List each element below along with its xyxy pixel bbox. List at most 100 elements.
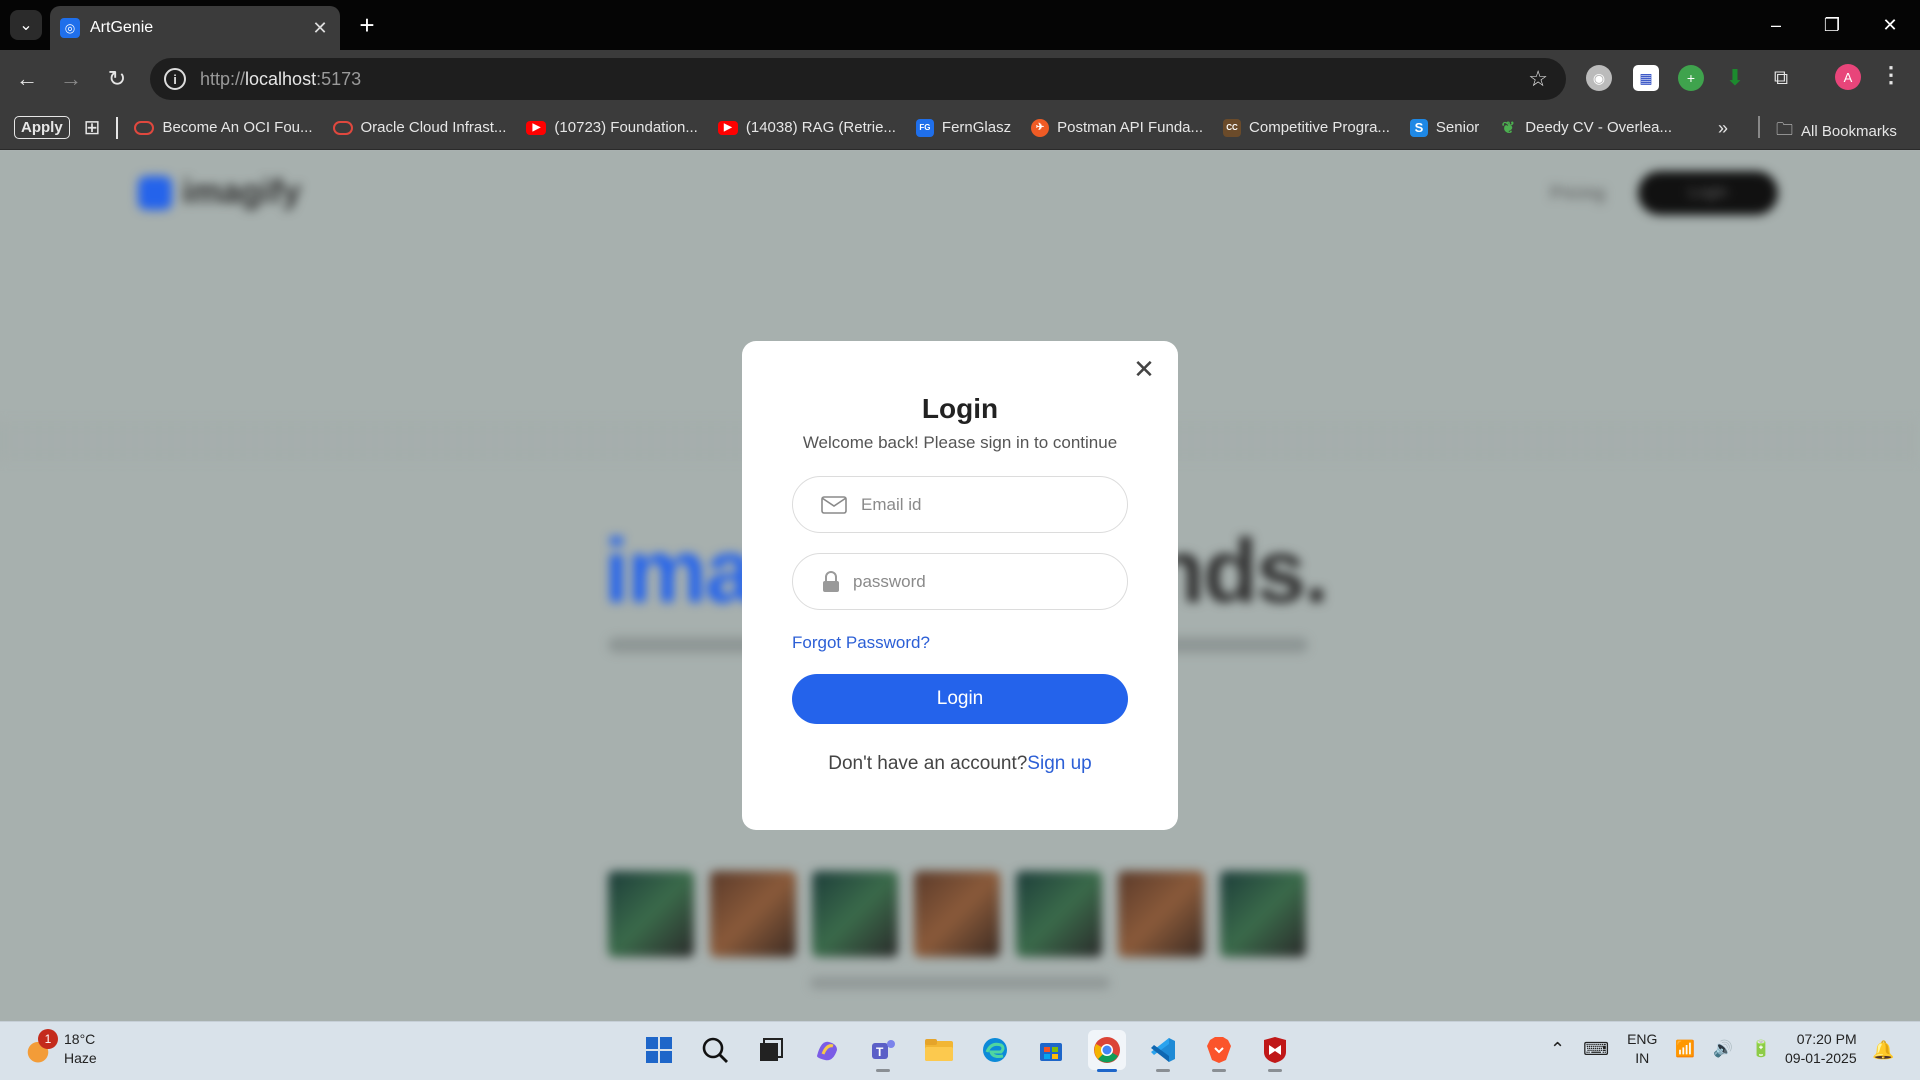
sample-image xyxy=(710,871,796,957)
bookmark-item[interactable]: Become An OCI Fou... xyxy=(134,119,313,136)
running-indicator xyxy=(1268,1069,1282,1072)
windows-taskbar: 1 18°C Haze T ⌃ ⌨ ENG IN 📶 🔊 🔋 07:20 PM … xyxy=(0,1021,1920,1080)
clock-time: 07:20 PM xyxy=(1796,1031,1857,1047)
bookmark-separator xyxy=(1758,116,1760,138)
file-explorer-icon[interactable] xyxy=(920,1030,958,1070)
chevron-up-icon[interactable]: ⌃ xyxy=(1550,1039,1565,1060)
lock-icon xyxy=(821,570,841,592)
edge-icon[interactable] xyxy=(976,1030,1014,1070)
bookmark-item[interactable]: ▶ (10723) Foundation... xyxy=(526,119,698,136)
bookmark-apply[interactable]: Apply xyxy=(14,116,70,139)
keyboard-icon[interactable]: ⌨ xyxy=(1583,1039,1609,1060)
sample-image xyxy=(812,871,898,957)
extensions-puzzle-icon[interactable]: ⧉ xyxy=(1768,65,1794,91)
browser-tab[interactable]: ◎ ArtGenie ✕ xyxy=(50,6,340,50)
language-indicator[interactable]: ENG IN xyxy=(1627,1030,1657,1068)
task-view-icon[interactable] xyxy=(752,1030,790,1070)
modal-title: Login xyxy=(921,393,999,424)
password-field[interactable] xyxy=(792,553,1128,610)
system-tray: ⌃ ⌨ ENG IN 📶 🔊 🔋 xyxy=(1550,1030,1771,1068)
running-indicator xyxy=(1212,1069,1226,1072)
weather-haze-icon: 1 xyxy=(22,1029,58,1065)
tab-search-button[interactable]: ⌄ xyxy=(10,10,42,40)
chevron-double-right-icon[interactable]: » xyxy=(1718,118,1728,139)
apps-grid-icon[interactable]: ⊞ xyxy=(84,115,101,140)
search-icon[interactable] xyxy=(696,1030,734,1070)
mcafee-icon[interactable] xyxy=(1256,1030,1294,1072)
email-field[interactable] xyxy=(792,476,1128,533)
sample-image xyxy=(608,871,694,957)
reload-icon[interactable]: ↻ xyxy=(100,62,134,96)
bookmark-star-icon[interactable]: ☆ xyxy=(1528,66,1548,92)
youtube-icon: ▶ xyxy=(526,120,547,135)
bookmark-item[interactable]: CC Competitive Progra... xyxy=(1223,118,1390,137)
close-icon[interactable]: ✕ xyxy=(1130,354,1158,384)
hero-text-left: ima xyxy=(604,522,755,622)
weather-widget[interactable]: 1 18°C Haze xyxy=(22,1029,97,1068)
site-logo: imagify xyxy=(138,173,301,212)
signup-prompt: Don't have an account?Sign up xyxy=(828,753,1092,774)
bookmark-item[interactable]: ✈ Postman API Funda... xyxy=(1031,118,1203,137)
bookmark-item[interactable]: Oracle Cloud Infrast... xyxy=(332,119,506,136)
extension-plus-icon[interactable]: + xyxy=(1678,65,1704,91)
fernglasz-icon: FG xyxy=(915,118,934,137)
restore-button[interactable]: ❐ xyxy=(1812,10,1852,40)
signup-link[interactable]: Sign up xyxy=(1027,753,1091,774)
vscode-icon[interactable] xyxy=(1144,1030,1182,1072)
address-bar[interactable]: i http://localhost:5173 ☆ xyxy=(150,58,1566,100)
folder-icon: 🗀 xyxy=(1776,120,1793,139)
battery-icon[interactable]: 🔋 xyxy=(1751,1039,1771,1059)
new-tab-button[interactable]: + xyxy=(352,10,382,40)
extension-grid-icon[interactable]: ▦ xyxy=(1633,65,1659,91)
close-icon[interactable]: ✕ xyxy=(310,18,330,39)
back-arrow-icon[interactable]: ← xyxy=(10,62,44,96)
bookmark-item[interactable]: S Senior xyxy=(1409,118,1479,137)
overleaf-icon: ❦ xyxy=(1501,119,1515,137)
bookmark-item[interactable]: ❦ Deedy CV - Overlea... xyxy=(1499,119,1672,137)
volume-icon[interactable]: 🔊 xyxy=(1713,1039,1733,1059)
s-icon: S xyxy=(1409,118,1428,137)
password-input[interactable] xyxy=(853,571,1093,592)
sample-images-row xyxy=(608,871,1306,957)
copilot-icon[interactable] xyxy=(808,1030,846,1070)
browser-menu-icon[interactable]: ⋮ xyxy=(1880,62,1902,88)
email-input[interactable] xyxy=(861,494,1101,515)
extension-download-icon[interactable]: ⬇ xyxy=(1722,65,1748,91)
svg-text:T: T xyxy=(876,1045,884,1059)
url-text[interactable]: http://localhost:5173 xyxy=(200,69,361,90)
login-button[interactable]: Login xyxy=(792,674,1128,724)
clock-date: 09-01-2025 xyxy=(1785,1050,1857,1066)
taskbar-clock[interactable]: 07:20 PM 09-01-2025 xyxy=(1785,1030,1857,1068)
weather-condition: Haze xyxy=(64,1050,97,1066)
browser-tab-strip: ⌄ ◎ ArtGenie ✕ + – ❐ ✕ xyxy=(0,0,1920,50)
brave-icon[interactable] xyxy=(1200,1030,1238,1072)
bookmarks-bar: Apply ⊞ Become An OCI Fou... Oracle Clou… xyxy=(0,106,1920,150)
windows-start-icon[interactable] xyxy=(640,1030,678,1070)
minimize-button[interactable]: – xyxy=(1756,10,1796,40)
all-bookmarks-button[interactable]: 🗀 All Bookmarks xyxy=(1776,117,1897,146)
window-close-button[interactable]: ✕ xyxy=(1870,10,1910,40)
forward-arrow-icon[interactable]: → xyxy=(54,62,88,96)
postman-icon: ✈ xyxy=(1031,118,1050,137)
codechef-icon: CC xyxy=(1223,118,1242,137)
microsoft-store-icon[interactable] xyxy=(1032,1030,1070,1070)
teams-icon[interactable]: T xyxy=(864,1030,902,1072)
site-info-icon[interactable]: i xyxy=(164,68,186,90)
running-indicator xyxy=(876,1069,890,1072)
bookmark-item[interactable]: ▶ (14038) RAG (Retrie... xyxy=(717,119,896,136)
running-indicator xyxy=(1156,1069,1170,1072)
wifi-icon[interactable]: 📶 xyxy=(1675,1039,1695,1059)
sample-images-caption-placeholder xyxy=(810,977,1110,989)
bookmark-item[interactable]: FG FernGlasz xyxy=(915,118,1011,137)
oracle-icon xyxy=(332,120,353,135)
notification-bell-icon[interactable]: 🔔 xyxy=(1872,1040,1894,1061)
nav-pricing: Pricing xyxy=(1550,183,1606,203)
profile-avatar[interactable]: A xyxy=(1835,64,1861,90)
chevron-down-icon: ⌄ xyxy=(19,17,33,34)
extension-glasses-icon[interactable]: ◉ xyxy=(1586,65,1612,91)
envelope-icon xyxy=(821,495,847,515)
sample-image xyxy=(914,871,1000,957)
forgot-password-link[interactable]: Forgot Password? xyxy=(792,633,930,653)
weather-temp: 18°C xyxy=(64,1031,96,1047)
chrome-icon[interactable] xyxy=(1088,1030,1126,1072)
